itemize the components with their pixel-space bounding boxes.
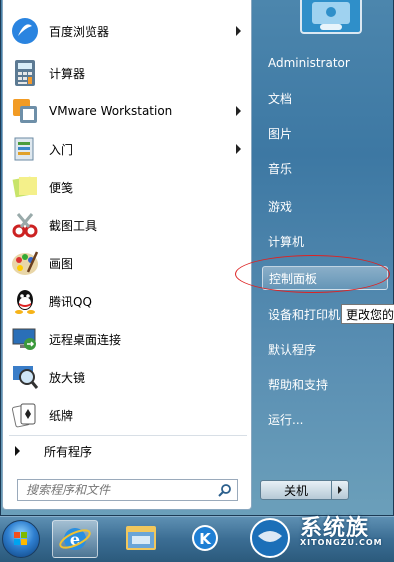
search-box[interactable] xyxy=(17,479,238,501)
music-link[interactable]: 音乐 xyxy=(262,156,292,180)
menu-item-label: 画图 xyxy=(49,256,74,271)
computer-link[interactable]: 计算机 xyxy=(262,229,304,253)
help-support-link[interactable]: 帮助和支持 xyxy=(262,372,328,396)
pictures-link[interactable]: 图片 xyxy=(262,121,292,145)
shutdown-button[interactable]: 关机 xyxy=(260,480,332,500)
menu-item-getting-started[interactable]: 入门 xyxy=(7,131,249,167)
calculator-icon xyxy=(9,57,41,89)
menu-item-label: 远程桌面连接 xyxy=(49,332,122,347)
submenu-arrow-icon xyxy=(236,26,241,36)
separator xyxy=(9,435,247,436)
menu-item-snipping-tool[interactable]: 截图工具 xyxy=(7,207,249,243)
svg-text:K: K xyxy=(199,530,212,548)
all-programs-button[interactable]: 所有程序 xyxy=(7,438,249,464)
baidu-browser-icon xyxy=(9,15,41,47)
getting-started-icon xyxy=(9,133,41,165)
menu-item-paint[interactable]: 画图 xyxy=(7,245,249,281)
shutdown-options-button[interactable] xyxy=(332,480,349,500)
remote-desktop-icon xyxy=(9,323,41,355)
menu-item-label: 入门 xyxy=(49,142,74,157)
sticky-notes-icon xyxy=(9,171,41,203)
menu-item-label: 截图工具 xyxy=(49,218,98,233)
menu-item-label: 腾讯QQ xyxy=(49,294,92,309)
submenu-arrow-icon xyxy=(236,144,241,154)
start-orb-button[interactable] xyxy=(2,520,40,558)
k-app-icon: K xyxy=(192,525,218,551)
run-link[interactable]: 运行... xyxy=(262,407,303,431)
menu-item-sticky-notes[interactable]: 便笺 xyxy=(7,169,249,205)
highlight-ellipse xyxy=(235,255,390,293)
chevron-right-icon xyxy=(338,486,342,494)
default-programs-link[interactable]: 默认程序 xyxy=(262,337,316,361)
taskbar-explorer-button[interactable] xyxy=(118,520,164,558)
menu-item-label: 便笺 xyxy=(49,180,74,195)
tooltip: 更改您的 xyxy=(341,304,394,324)
user-name-link[interactable]: Administrator xyxy=(262,51,350,75)
menu-item-remote-desktop[interactable]: 远程桌面连接 xyxy=(7,321,249,357)
menu-item-vmware[interactable]: VMware Workstation xyxy=(7,93,249,129)
snipping-tool-icon xyxy=(9,209,41,241)
documents-link[interactable]: 文档 xyxy=(262,86,292,110)
menu-item-label: 计算器 xyxy=(49,66,86,81)
paint-icon xyxy=(9,247,41,279)
programs-pane: 百度浏览器 计算器 VMware Workstation 入门 便笺 截图工具 xyxy=(2,0,252,510)
menu-item-label: VMware Workstation xyxy=(49,104,173,118)
games-link[interactable]: 游戏 xyxy=(262,194,292,218)
internet-explorer-icon: e xyxy=(59,528,91,550)
folder-icon xyxy=(126,526,156,550)
menu-item-label: 放大镜 xyxy=(49,370,86,385)
qq-icon xyxy=(9,285,41,317)
submenu-arrow-icon xyxy=(236,106,241,116)
menu-item-qq[interactable]: 腾讯QQ xyxy=(7,283,249,319)
expand-arrow-icon xyxy=(15,446,20,456)
menu-item-magnifier[interactable]: 放大镜 xyxy=(7,359,249,395)
search-input[interactable] xyxy=(26,483,216,497)
search-icon[interactable] xyxy=(218,483,232,500)
menu-item-calculator[interactable]: 计算器 xyxy=(7,55,249,91)
devices-printers-link[interactable]: 设备和打印机 xyxy=(262,302,340,326)
solitaire-icon xyxy=(9,399,41,431)
menu-item-solitaire[interactable]: 纸牌 xyxy=(7,397,249,433)
menu-item-label: 百度浏览器 xyxy=(49,24,110,39)
watermark-subtext: XITONGZU.COM xyxy=(300,538,383,547)
magnifier-icon xyxy=(9,361,41,393)
all-programs-label: 所有程序 xyxy=(44,444,93,459)
menu-item-label: 纸牌 xyxy=(49,408,74,423)
windows-logo-icon xyxy=(14,532,27,545)
user-picture[interactable] xyxy=(300,0,362,34)
menu-item-baidu-browser[interactable]: 百度浏览器 xyxy=(7,13,249,49)
vmware-icon xyxy=(9,95,41,127)
taskbar-ie-button[interactable]: e xyxy=(52,520,98,558)
taskbar-kugou-button[interactable]: K xyxy=(182,520,228,558)
